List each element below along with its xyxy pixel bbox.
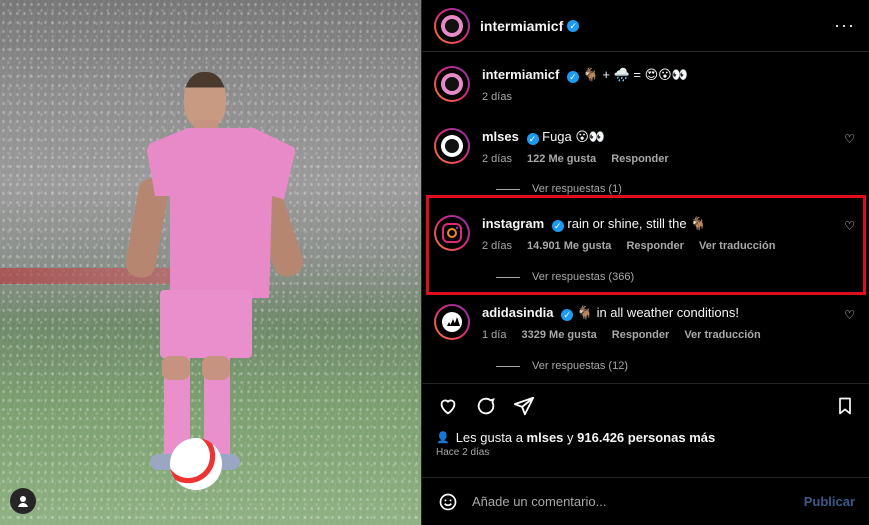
soccer-ball (170, 438, 222, 490)
post-header: intermiamicf ✓ ··· (422, 0, 869, 52)
right-knee (202, 356, 230, 380)
replies-divider (496, 188, 520, 190)
caption-text: 🐐 + 🌧️ = 😍😮👀 (582, 67, 688, 82)
verified-badge-icon: ✓ (526, 133, 539, 145)
liker-avatar-icon: 👤 (436, 432, 450, 444)
comment-text: rain or shine, still the 🐐 (567, 216, 707, 231)
instagram-logo-icon (442, 223, 462, 243)
translate-button[interactable]: Ver traducción (699, 240, 775, 252)
verified-badge-icon: ✓ (567, 19, 580, 32)
translate-button[interactable]: Ver traducción (684, 329, 760, 341)
post-button[interactable]: Publicar (804, 494, 855, 509)
likes-count[interactable]: 916.426 personas más (577, 430, 715, 445)
heart-icon[interactable] (436, 394, 460, 418)
verified-badge-icon: ✓ (551, 220, 564, 232)
comments-list: intermiamicf ✓ 🐐 + 🌧️ = 😍😮👀 2 días mlses… (422, 52, 869, 382)
author-avatar[interactable] (434, 7, 470, 44)
comment-row: adidasindia ✓ 🐐 in all weather condition… (434, 304, 855, 374)
comment-username[interactable]: mlses (482, 129, 519, 144)
caption-row: intermiamicf ✓ 🐐 + 🌧️ = 😍😮👀 2 días (434, 66, 855, 116)
comment-likes[interactable]: 3329 Me gusta (522, 329, 597, 341)
user-icon[interactable] (10, 488, 36, 514)
reply-button[interactable]: Responder (612, 329, 669, 341)
more-icon[interactable]: ··· (834, 15, 855, 36)
comment-row: mlses ✓ Fuga 😮👀 ♡ 2 días 122 Me gusta Re… (434, 128, 855, 198)
heart-icon[interactable]: ♡ (844, 308, 855, 322)
comment-username[interactable]: instagram (482, 216, 544, 231)
comment-time[interactable]: 1 día (482, 329, 506, 341)
comment-likes[interactable]: 14.901 Me gusta (527, 240, 611, 252)
post-time[interactable]: Hace 2 días (436, 447, 857, 458)
caption-username[interactable]: intermiamicf (482, 67, 559, 82)
comment-row: instagram ✓ rain or shine, still the 🐐 ♡… (434, 215, 855, 285)
comment-avatar[interactable] (434, 304, 470, 340)
comment-time[interactable]: 2 días (482, 153, 512, 165)
comment-icon[interactable] (474, 394, 498, 418)
adidas-logo-icon (442, 312, 462, 332)
reply-button[interactable]: Responder (626, 240, 683, 252)
verified-badge-icon: ✓ (566, 71, 579, 83)
view-replies-button[interactable]: Ver respuestas (1) (496, 183, 622, 195)
replies-divider (496, 276, 520, 278)
likes-summary: 👤 Les gusta a mlses y 916.426 personas m… (436, 430, 857, 445)
heart-icon[interactable]: ♡ (844, 132, 855, 146)
club-crest-icon (441, 14, 463, 37)
comment-composer: Publicar (422, 477, 869, 525)
likes-user[interactable]: mlses (527, 430, 564, 445)
comment-time[interactable]: 2 días (482, 240, 512, 252)
verified-badge-icon: ✓ (561, 309, 574, 321)
comment-avatar[interactable] (434, 215, 470, 251)
left-knee (162, 356, 190, 380)
comment-likes[interactable]: 122 Me gusta (527, 153, 596, 165)
caption-time[interactable]: 2 días (482, 91, 512, 103)
comment-text: 🐐 in all weather conditions! (576, 305, 739, 320)
comment-text: Fuga 😮👀 (542, 129, 606, 144)
view-replies-label: Ver respuestas (12) (532, 360, 628, 372)
view-replies-button[interactable]: Ver respuestas (12) (496, 360, 628, 372)
likes-prefix: Les gusta a (455, 430, 523, 445)
bookmark-icon[interactable] (833, 394, 857, 418)
reply-button[interactable]: Responder (611, 153, 668, 165)
caption-avatar[interactable] (434, 66, 470, 102)
view-replies-button[interactable]: Ver respuestas (366) (496, 271, 634, 283)
club-crest-icon (441, 73, 463, 95)
comment-username[interactable]: adidasindia (482, 305, 554, 320)
player-shorts (160, 290, 252, 358)
post-photo (0, 0, 421, 525)
author-username[interactable]: intermiamicf (480, 18, 563, 34)
likes-and: y (567, 430, 574, 445)
instagram-post-viewer: intermiamicf ✓ ··· intermiamicf ✓ 🐐 + 🌧️… (0, 0, 869, 525)
view-replies-label: Ver respuestas (366) (532, 271, 635, 283)
comments-panel: intermiamicf ✓ ··· intermiamicf ✓ 🐐 + 🌧️… (421, 0, 869, 525)
emoji-icon[interactable] (436, 490, 460, 514)
heart-icon[interactable]: ♡ (844, 219, 855, 233)
comment-input[interactable] (472, 494, 804, 509)
view-replies-label: Ver respuestas (1) (532, 183, 622, 195)
post-actions: 👤 Les gusta a mlses y 916.426 personas m… (422, 383, 869, 458)
replies-divider (496, 365, 520, 367)
mlses-logo-icon (441, 135, 463, 157)
player-figure (123, 68, 307, 488)
share-icon[interactable] (512, 394, 536, 418)
comment-avatar[interactable] (434, 128, 470, 164)
